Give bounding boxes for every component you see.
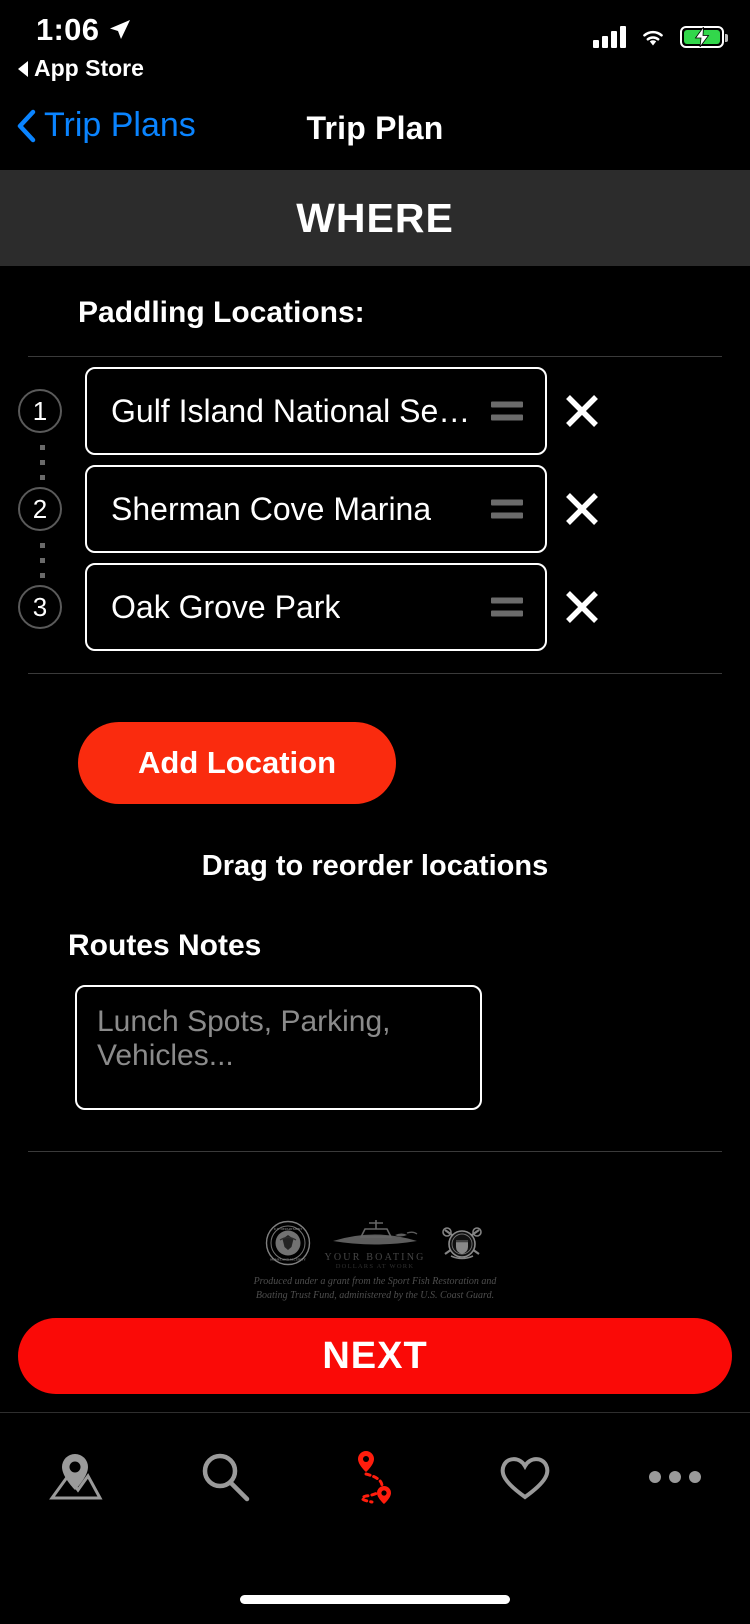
delete-location-button-1[interactable] [547,389,617,433]
delete-location-button-2[interactable] [547,487,617,531]
triangle-left-icon [18,60,28,77]
cellular-signal-icon [593,26,626,48]
paddling-locations-label: Paddling Locations: [78,296,365,329]
locations-list: 1 Gulf Island National Seashore 2 Sherma… [0,357,750,655]
section-header-where: WHERE [0,170,750,266]
status-bar: 1:06 App Store [0,0,750,92]
step-number-badge: 1 [18,389,62,433]
dhs-seal-icon: U.S. DEPARTMENT HOMELAND SECURITY [265,1220,311,1265]
svg-text:U.S. DEPARTMENT: U.S. DEPARTMENT [274,1227,302,1231]
location-arrow-icon [110,20,130,39]
location-input-2[interactable]: Sherman Cove Marina [85,465,547,553]
location-row: 3 Oak Grove Park [0,559,750,655]
location-row: 1 Gulf Island National Seashore [0,363,750,459]
status-back-label: App Store [34,55,144,81]
search-icon [202,1453,250,1502]
status-indicators [593,26,728,48]
location-input-3[interactable]: Oak Grove Park [85,563,547,651]
close-x-icon [566,493,598,525]
footer-logo-row: U.S. DEPARTMENT HOMELAND SECURITY YOUR B… [0,1215,750,1270]
coast-guard-seal-icon [442,1226,482,1259]
nav-bar: Trip Plans Trip Plan [0,92,750,170]
location-name: Sherman Cove Marina [111,490,432,527]
status-time: 1:06 [36,12,100,47]
footer-fineprint-line-1: Produced under a grant from the Sport Fi… [253,1276,497,1287]
routes-notes-label: Routes Notes [68,929,262,962]
location-row: 2 Sherman Cove Marina [0,461,750,557]
status-back-to-app[interactable]: App Store [18,55,144,82]
section-header-title: WHERE [296,194,454,241]
next-button[interactable]: NEXT [18,1318,732,1394]
drag-handle-icon[interactable] [491,401,523,421]
tab-search[interactable] [150,1441,300,1513]
location-name: Oak Grove Park [111,588,341,625]
drag-handle-icon[interactable] [491,597,523,617]
footer-fineprint-line-2: Boating Trust Fund, administered by the … [255,1290,495,1301]
step-number-badge: 3 [18,585,62,629]
route-trip-icon [358,1451,391,1504]
reorder-hint-text: Drag to reorder locations [201,850,549,882]
close-x-icon [566,591,598,623]
step-number-badge: 2 [18,487,62,531]
wifi-icon [643,30,663,46]
boat-icon [333,1220,418,1245]
close-x-icon [566,395,598,427]
delete-location-button-3[interactable] [547,585,617,629]
footer-credits: U.S. DEPARTMENT HOMELAND SECURITY YOUR B… [0,1215,750,1303]
add-location-wrap: Add Location [0,674,750,804]
more-ellipsis-icon [649,1471,701,1483]
location-name: Gulf Island National Seashore [111,392,487,429]
tab-bar [0,1412,750,1562]
map-pin-icon [49,1454,103,1500]
add-location-button[interactable]: Add Location [78,722,397,804]
lightning-bolt-icon [694,27,710,47]
drag-handle-icon[interactable] [491,499,523,519]
page-title: Trip Plan [306,110,444,146]
svg-text:HOMELAND SECURITY: HOMELAND SECURITY [270,1257,306,1261]
your-boating-title: YOUR BOATING [324,1252,426,1263]
battery-charging-icon [680,26,728,48]
home-indicator [240,1595,510,1604]
tab-favorites[interactable] [450,1441,600,1513]
main-content: Paddling Locations: 1 Gulf Island Nation… [0,266,750,1152]
location-input-1[interactable]: Gulf Island National Seashore [85,367,547,455]
your-boating-subtitle: DOLLARS AT WORK [335,1263,415,1270]
divider-below-notes [28,1151,722,1152]
app-screen: 1:06 App Store Trip Plans Trip Plan WHER… [0,0,750,1624]
heart-icon [500,1457,550,1500]
tab-trip-plans[interactable] [300,1441,450,1513]
tab-more[interactable] [600,1441,750,1513]
routes-notes-input[interactable] [75,985,482,1110]
tab-map[interactable] [0,1441,150,1513]
your-boating-dollars-logo: YOUR BOATING DOLLARS AT WORK [321,1215,429,1270]
